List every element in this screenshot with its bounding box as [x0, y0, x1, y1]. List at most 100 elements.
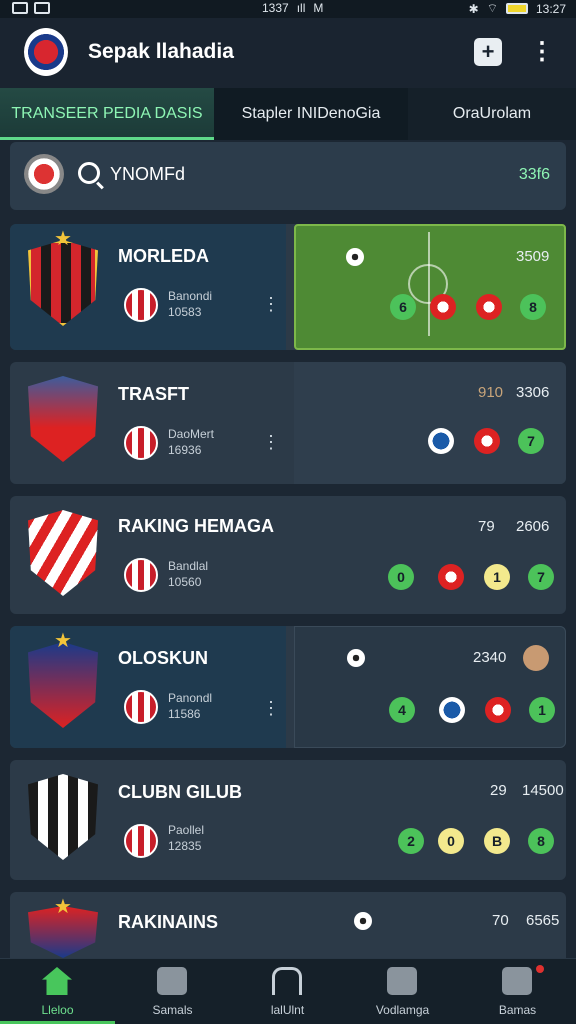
- stats-panel: 2340 4 1: [294, 626, 566, 748]
- club-stat-a: 29: [490, 782, 507, 799]
- club-crest-icon: [28, 774, 98, 860]
- stat-chip: 0: [438, 828, 464, 854]
- more-vertical-icon[interactable]: ⋮: [528, 38, 556, 66]
- tab-orauro[interactable]: OraUrolam: [408, 88, 576, 140]
- nav-label: Bamas: [498, 1003, 537, 1017]
- player-avatar: [523, 645, 549, 671]
- stat-chip: 1: [484, 564, 510, 590]
- add-icon[interactable]: +: [474, 38, 502, 66]
- tab-stapler[interactable]: Stapler INIDenoGia: [214, 88, 408, 140]
- stat-chip: 8: [520, 294, 546, 320]
- club-stat-a: 79: [478, 518, 495, 535]
- club-card[interactable]: ★ RAKINAINS 70 6565: [10, 892, 566, 958]
- club-stat-b: 3306: [516, 384, 550, 401]
- nav-item-stadium[interactable]: lalUlnt: [230, 959, 345, 1024]
- club-name: OLOSKUN: [118, 648, 208, 668]
- nav-label: Vodlamga: [375, 1003, 430, 1017]
- nav-label: Lleloo: [41, 1003, 74, 1017]
- club-stat-b: 14500: [522, 782, 564, 799]
- club-sub-value: 10583: [168, 305, 202, 319]
- notification-icon: [502, 967, 532, 995]
- status-bar: 1337 ıll M ✱ ⌔ 13:27: [0, 0, 576, 18]
- nav-label: lalUlnt: [270, 1003, 305, 1017]
- player-avatar: [28, 642, 98, 728]
- club-name: CLUBN GILUB: [118, 782, 242, 802]
- search-icon[interactable]: [78, 162, 100, 184]
- stat-chip: 8: [528, 828, 554, 854]
- club-card[interactable]: TRASFT DaoMert 16936 ⋮ 910 3306 7: [10, 362, 566, 484]
- app-logo: [24, 28, 68, 76]
- club-sub-label: DaoMert: [168, 427, 215, 441]
- home-icon: [42, 967, 72, 995]
- stats-panel: 70 6565: [294, 892, 566, 958]
- stat-chip: 2: [398, 828, 424, 854]
- tab-transfer[interactable]: TRANSEER PEDIA DASIS: [0, 88, 214, 140]
- nav-item-bamas[interactable]: Bamas: [460, 959, 575, 1024]
- club-card[interactable]: ★ OLOSKUN Panondl 11586 ⋮ 2340 4 1: [10, 626, 566, 748]
- app-header: Sepak llahadia + ⋮: [0, 18, 576, 88]
- more-vertical-icon[interactable]: ⋮: [262, 432, 280, 453]
- club-card[interactable]: RAKING HEMAGA Bandlal 10560 79 2606 0 1 …: [10, 496, 566, 614]
- club-stat-b: 3509: [516, 248, 550, 265]
- status-time-right: 13:27: [535, 1, 566, 16]
- status-time-left: 1337: [262, 1, 289, 15]
- notification-icon: [34, 2, 50, 14]
- club-stat-b: 6565: [526, 912, 560, 929]
- club-crest-icon: [28, 510, 98, 596]
- club-badge-icon: [124, 558, 158, 592]
- club-sub-value: 16936: [168, 443, 202, 457]
- edit-icon: [157, 967, 187, 995]
- profile-icon: [387, 967, 417, 995]
- club-card[interactable]: CLUBN GILUB Paollel 12835 29 14500 2 0 B…: [10, 760, 566, 880]
- club-badge-icon: [124, 690, 158, 724]
- search-input[interactable]: YNOMFd: [110, 164, 185, 185]
- club-card[interactable]: ★ MORLEDA Banondi 10583 ⋮ 3509 6 8: [10, 224, 566, 350]
- stats-panel: 910 3306 7: [294, 362, 566, 484]
- star-icon: ★: [54, 896, 72, 918]
- club-stat-a: 70: [492, 912, 509, 929]
- notification-badge: [536, 965, 544, 973]
- stat-chip: 6: [390, 294, 416, 320]
- page-title: Sepak llahadia: [88, 40, 234, 63]
- club-badge-icon: [474, 428, 500, 454]
- player-avatar: [28, 376, 98, 462]
- stadium-icon: [272, 967, 302, 995]
- nav-item-profile[interactable]: Vodlamga: [345, 959, 460, 1024]
- nav-item-home[interactable]: Lleloo: [0, 959, 115, 1024]
- more-vertical-icon[interactable]: ⋮: [262, 698, 280, 719]
- club-badge-icon: [428, 428, 454, 454]
- club-badge-icon: [438, 564, 464, 590]
- stat-chip: 1: [529, 697, 555, 723]
- club-sub-label: Panondl: [168, 691, 213, 705]
- ball-icon: [346, 248, 364, 266]
- club-name: TRASFT: [118, 384, 189, 404]
- club-name: RAKINAINS: [118, 912, 219, 932]
- carrier-label: M: [313, 1, 324, 15]
- stats-panel: 79 2606 0 1 7: [294, 496, 566, 614]
- club-badge-icon: [124, 426, 158, 460]
- bottom-nav: Lleloo Samals lalUlnt Vodlamga Bamas: [0, 958, 576, 1024]
- nav-item-samals[interactable]: Samals: [115, 959, 230, 1024]
- tab-bar: TRANSEER PEDIA DASIS Stapler INIDenoGia …: [0, 88, 576, 140]
- ball-icon: [354, 912, 372, 930]
- club-stat-a: 910: [478, 384, 504, 401]
- club-badge-icon: [124, 288, 158, 322]
- club-sub-value: 12835: [168, 839, 202, 853]
- star-icon: ★: [54, 630, 72, 652]
- club-name: RAKING HEMAGA: [118, 516, 274, 536]
- more-vertical-icon[interactable]: ⋮: [262, 294, 280, 315]
- club-stat-b: 2606: [516, 518, 550, 535]
- stat-chip: 7: [528, 564, 554, 590]
- club-sub-value: 11586: [168, 707, 201, 721]
- search-count: 33f6: [518, 166, 550, 183]
- stats-panel: 29 14500 2 0 B 8: [294, 760, 566, 880]
- club-badge-icon: [24, 154, 64, 194]
- club-badge-icon: [476, 294, 502, 320]
- signal-icon: ıll: [296, 1, 306, 15]
- star-icon: ★: [54, 228, 72, 250]
- club-badge-icon: [485, 697, 511, 723]
- search-card[interactable]: YNOMFd 33f6: [10, 142, 566, 210]
- club-badge-icon: [430, 294, 456, 320]
- bluetooth-icon: ✱: [468, 1, 479, 16]
- ball-icon: [347, 649, 365, 667]
